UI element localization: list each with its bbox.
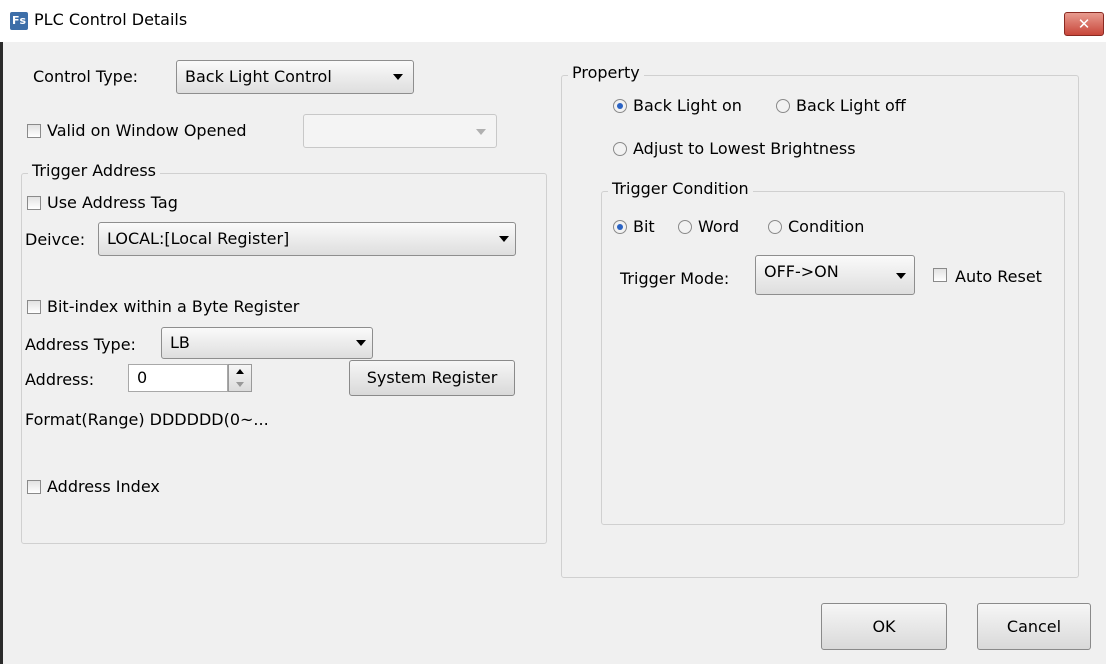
property-legend: Property [568, 63, 644, 82]
word-radio[interactable] [678, 220, 692, 234]
condition-label: Condition [788, 217, 865, 236]
back-light-off-radio[interactable] [776, 99, 790, 113]
chevron-down-icon [356, 340, 366, 346]
valid-on-window-opened-label: Valid on Window Opened [47, 121, 247, 140]
device-label: Deivce: [25, 230, 86, 249]
condition-radio[interactable] [768, 220, 782, 234]
bit-label: Bit [633, 217, 655, 236]
control-type-select[interactable]: Back Light Control [176, 60, 414, 94]
trigger-mode-value: OFF->ON [764, 262, 839, 281]
chevron-down-icon [896, 273, 906, 279]
address-label: Address: [25, 370, 95, 389]
back-light-on-label: Back Light on [633, 96, 742, 115]
trigger-condition-legend: Trigger Condition [608, 179, 753, 198]
bit-radio[interactable] [613, 220, 627, 234]
app-icon: Fs [10, 12, 28, 30]
window-title: PLC Control Details [34, 10, 188, 29]
use-address-tag-checkbox[interactable] [27, 196, 41, 210]
address-stepper[interactable] [228, 364, 252, 392]
address-index-label: Address Index [47, 477, 160, 496]
chevron-down-icon [499, 236, 509, 242]
control-type-label: Control Type: [33, 67, 139, 86]
auto-reset-label: Auto Reset [955, 267, 1042, 286]
address-type-label: Address Type: [25, 335, 136, 354]
address-value: 0 [137, 368, 148, 387]
address-input[interactable]: 0 [128, 364, 228, 392]
bit-index-checkbox[interactable] [27, 300, 41, 314]
spin-down-icon[interactable] [236, 382, 244, 387]
back-light-on-radio[interactable] [613, 99, 627, 113]
cancel-button[interactable]: Cancel [977, 603, 1091, 650]
bit-index-label: Bit-index within a Byte Register [47, 297, 300, 316]
trigger-mode-label: Trigger Mode: [620, 269, 730, 288]
spin-up-icon[interactable] [236, 369, 244, 374]
chevron-down-icon [476, 129, 486, 135]
device-value: LOCAL:[Local Register] [107, 229, 290, 248]
close-icon: ✕ [1077, 15, 1091, 33]
adjust-lowest-brightness-radio[interactable] [613, 142, 627, 156]
window-select[interactable] [303, 114, 497, 148]
device-select[interactable]: LOCAL:[Local Register] [98, 222, 516, 256]
format-range-text: Format(Range) DDDDDD(0~... [25, 410, 269, 429]
system-register-button[interactable]: System Register [349, 360, 515, 396]
address-type-value: LB [170, 333, 190, 352]
trigger-condition-group [601, 191, 1065, 525]
auto-reset-checkbox[interactable] [933, 268, 947, 282]
address-type-select[interactable]: LB [161, 327, 373, 359]
use-address-tag-label: Use Address Tag [47, 193, 178, 212]
word-label: Word [698, 217, 740, 236]
title-bar: Fs PLC Control Details ✕ [0, 0, 1106, 42]
address-index-checkbox[interactable] [27, 480, 41, 494]
back-light-off-label: Back Light off [796, 96, 906, 115]
chevron-down-icon [393, 74, 403, 80]
control-type-value: Back Light Control [185, 67, 332, 86]
trigger-address-legend: Trigger Address [28, 161, 160, 180]
dialog-body: Control Type: Back Light Control Valid o… [0, 42, 1106, 664]
valid-on-window-opened-checkbox[interactable] [27, 124, 41, 138]
ok-button[interactable]: OK [821, 603, 947, 650]
adjust-lowest-brightness-label: Adjust to Lowest Brightness [633, 139, 856, 158]
close-button[interactable]: ✕ [1064, 12, 1104, 36]
trigger-mode-select[interactable]: OFF->ON [755, 255, 915, 295]
